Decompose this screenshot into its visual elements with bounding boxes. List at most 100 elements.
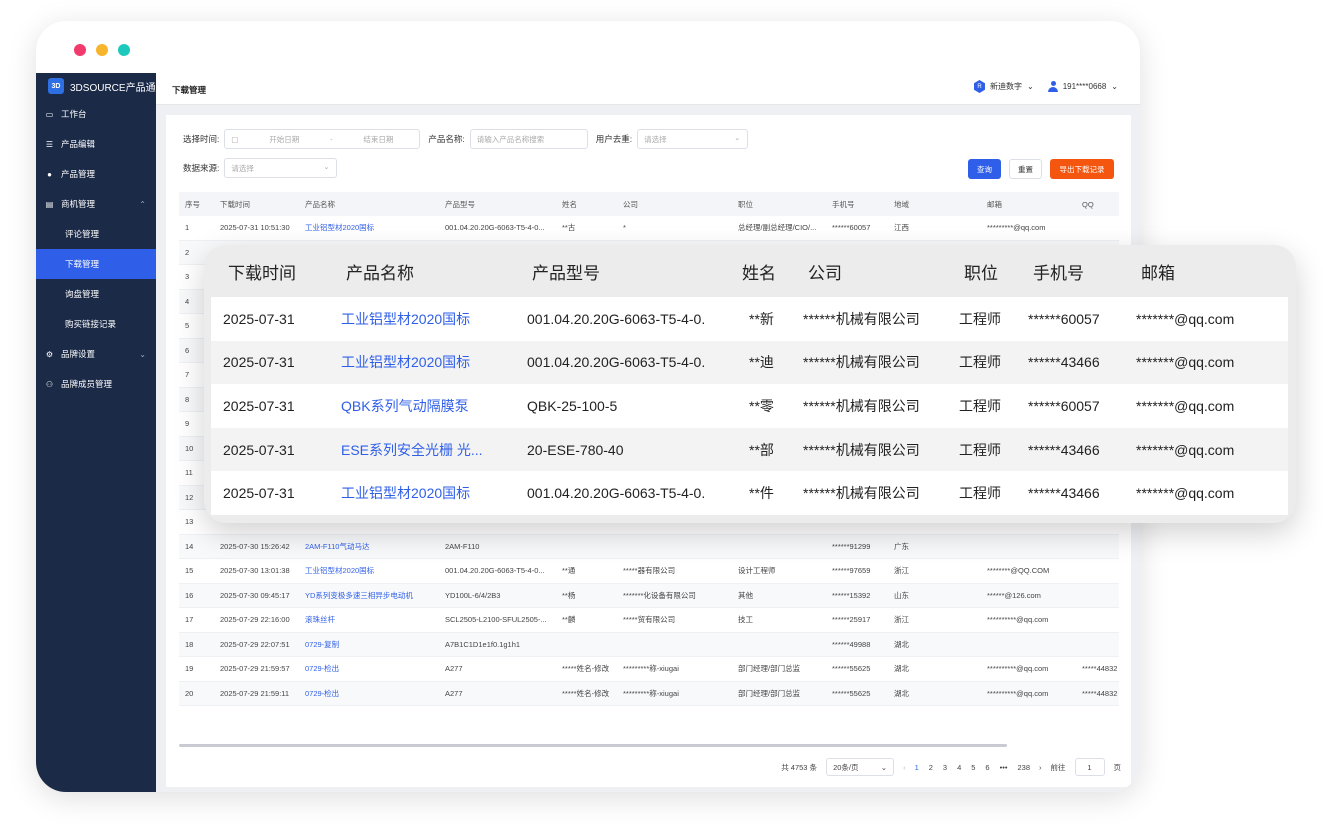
sidebar-item-label: 品牌成员管理	[61, 379, 113, 389]
source-placeholder: 请选择	[231, 163, 254, 173]
maximize-dot[interactable]	[118, 44, 130, 56]
end-date-input[interactable]: 结束日期	[363, 134, 393, 145]
cell-region: 湖北	[894, 639, 909, 649]
callout-cell-product[interactable]: QBK系列气动隔膜泵	[341, 396, 527, 416]
table-row[interactable]: 19 2025-07-29 21:59:57 0729-检出 A277 *****姓名-…	[179, 657, 1119, 682]
date-range-picker[interactable]: ▢ 开始日期 - 结束日期	[224, 129, 421, 149]
cell-product[interactable]: 滚珠丝杆	[299, 614, 439, 625]
callout-row[interactable]: 2025-07-31 ESE系列安全光栅 光... 20-ESE-780-40 **部…	[211, 427, 1288, 472]
cell-company: *	[623, 223, 626, 233]
cell-index: 20	[185, 688, 194, 698]
callout-cell-name: **部	[749, 441, 774, 458]
zoom-callout: 下载时间 产品名称 产品型号 姓名 公司 职位 手机号 邮箱 2025-07-31 工业铝型材2…	[204, 245, 1296, 523]
next-page-button[interactable]: ›	[1039, 763, 1042, 772]
cell-qq: *****44832	[1082, 688, 1118, 698]
page-number[interactable]: 4	[957, 763, 961, 772]
callout-cell-time: 2025-07-31	[223, 310, 295, 327]
cell-region: 湖北	[894, 664, 909, 674]
cell-product[interactable]: 2AM-F110气动马达	[299, 541, 439, 552]
column-header-name: 姓名	[562, 199, 577, 209]
page-number[interactable]: 2	[929, 763, 933, 772]
page-number[interactable]: 1	[915, 763, 919, 772]
cell-product[interactable]: 0729-复制	[299, 639, 439, 650]
table-row[interactable]: 20 2025-07-29 21:59:11 0729-检出 A277 *****姓名-…	[179, 681, 1119, 706]
sidebar-item-product-manage[interactable]: ● 产品管理	[36, 159, 156, 189]
topbar: 下载管理 R 新迪数字 ⌄ 191****0668 ⌄	[156, 73, 1140, 105]
page-number[interactable]: 238	[1017, 763, 1030, 772]
callout-cell-product[interactable]: 工业铝型材2020国标	[341, 483, 527, 503]
cell-qq: *****44832	[1082, 664, 1118, 674]
reset-button[interactable]: 重置	[1009, 159, 1042, 179]
prev-page-button[interactable]: ‹	[903, 763, 906, 772]
page-number[interactable]: 5	[971, 763, 975, 772]
user-menu[interactable]: 191****0668 ⌄	[1047, 81, 1118, 92]
sidebar-item-purchase-links[interactable]: 购买链接记录	[36, 309, 156, 339]
cell-email: ******@126.com	[987, 590, 1041, 600]
source-select[interactable]: 请选择 ⌄	[224, 158, 338, 178]
sidebar-item-dashboard[interactable]: ▭ 工作台	[36, 99, 156, 129]
column-header-qq: QQ	[1082, 199, 1094, 209]
horizontal-scrollbar[interactable]	[179, 744, 1007, 747]
sidebar-item-opportunity[interactable]: ▤ 商机管理 ⌃	[36, 189, 156, 219]
sidebar-item-product-edit[interactable]: ☰ 产品编辑	[36, 129, 156, 159]
page-size-select[interactable]: 20条/页 ⌄	[826, 758, 895, 776]
cell-product[interactable]: YD系列变极多速三相异步电动机	[299, 590, 439, 601]
product-search-input[interactable]: 请输入产品名称搜索	[469, 129, 588, 149]
cell-product[interactable]: 工业铝型材2020国标	[299, 565, 439, 576]
callout-row[interactable]: 2025-07-31 QBK系列气动隔膜泵 QBK-25-100-5 **零 *****…	[211, 384, 1288, 428]
cell-company: *********称-xiugai	[623, 688, 679, 698]
cell-product[interactable]: 0729-检出	[299, 688, 439, 699]
close-dot[interactable]	[74, 44, 86, 56]
brand-switcher[interactable]: R 新迪数字 ⌄	[973, 80, 1034, 93]
product-label: 产品名称:	[428, 134, 465, 144]
callout-cell-phone: ******43466	[1028, 485, 1100, 502]
sidebar-item-label: 产品管理	[61, 169, 96, 179]
cell-product[interactable]: 工业铝型材2020国标	[299, 222, 439, 233]
table-row[interactable]: 17 2025-07-29 22:16:00 滚珠丝杆 SCL2505-L2100-S…	[179, 608, 1119, 633]
table-row[interactable]: 1 2025-07-31 10:51:30 工业铝型材2020国标 001.04.20…	[179, 216, 1119, 241]
user-avatar-icon	[1047, 81, 1058, 92]
export-button[interactable]: 导出下载记录	[1050, 159, 1114, 179]
sidebar-item-inquiries[interactable]: 询盘管理	[36, 279, 156, 309]
logo[interactable]: 3D 3DSOURCE产品通	[36, 73, 156, 99]
page-number[interactable]: 3	[943, 763, 947, 772]
cell-name: **杨	[562, 590, 576, 600]
table-row[interactable]: 16 2025-07-30 09:45:17 YD系列变极多速三相异步电动机 YD10…	[179, 583, 1119, 608]
user-phone: 191****0668	[1062, 82, 1107, 91]
callout-header-company: 公司	[808, 263, 842, 283]
sidebar-item-brand-settings[interactable]: ⚙ 品牌设置 ⌄	[36, 339, 156, 369]
start-date-input[interactable]: 开始日期	[269, 134, 299, 145]
callout-cell-company: ******机械有限公司	[803, 485, 920, 502]
minimize-dot[interactable]	[96, 44, 108, 56]
sidebar-item-downloads[interactable]: 下载管理	[36, 249, 156, 279]
goto-page-input[interactable]: 1	[1074, 758, 1105, 776]
callout-cell-model: 001.04.20.20G-6063-T5-4-0.	[527, 310, 706, 327]
logo-text: 3DSOURCE产品通	[70, 82, 156, 94]
cell-region: 湖北	[894, 688, 909, 698]
cell-region: 江西	[894, 223, 909, 233]
chevron-up-icon: ⌃	[139, 199, 146, 209]
table-row[interactable]: 14 2025-07-30 15:26:42 2AM-F110气动马达 2AM-F11…	[179, 534, 1119, 559]
callout-row[interactable]: 2025-07-31 工业铝型材2020国标 001.04.20.20G-6063-…	[211, 471, 1288, 515]
page-number[interactable]: 6	[985, 763, 989, 772]
column-header-region: 地域	[894, 199, 909, 209]
sidebar-item-brand-members[interactable]: ⚇ 品牌成员管理	[36, 369, 156, 399]
query-button[interactable]: 查询	[968, 159, 1001, 179]
callout-row[interactable]: 2025-07-31 工业铝型材2020国标 001.04.20.20G-6063-…	[211, 340, 1288, 385]
sidebar-item-reviews[interactable]: 评论管理	[36, 219, 156, 249]
table-header: 序号 下载时间 产品名称 产品型号 姓名 公司 职位 手机号 地域 邮箱 QQ	[179, 192, 1119, 216]
callout-cell-product[interactable]: 工业铝型材2020国标	[341, 309, 527, 329]
cell-time: 2025-07-30 09:45:17	[220, 590, 290, 600]
callout-cell-time: 2025-07-31	[223, 354, 295, 371]
callout-header-email: 邮箱	[1141, 263, 1175, 283]
callout-cell-product[interactable]: ESE系列安全光栅 光...	[341, 440, 527, 460]
callout-row[interactable]: 2025-07-31 工业铝型材2020国标 001.04.20.20G-6063-…	[211, 297, 1288, 341]
page-number[interactable]: •••	[1000, 763, 1008, 772]
cell-time: 2025-07-31 10:51:30	[220, 223, 290, 233]
table-row[interactable]: 18 2025-07-29 22:07:51 0729-复制 A7B1C1D1e1f0…	[179, 632, 1119, 657]
cell-product[interactable]: 0729-检出	[299, 663, 439, 674]
sidebar-item-label: 产品编辑	[61, 139, 96, 149]
dedupe-select[interactable]: 请选择 ⌄	[637, 129, 749, 149]
callout-cell-product[interactable]: 工业铝型材2020国标	[341, 352, 527, 372]
table-row[interactable]: 15 2025-07-30 13:01:38 工业铝型材2020国标 001.04.2…	[179, 559, 1119, 584]
